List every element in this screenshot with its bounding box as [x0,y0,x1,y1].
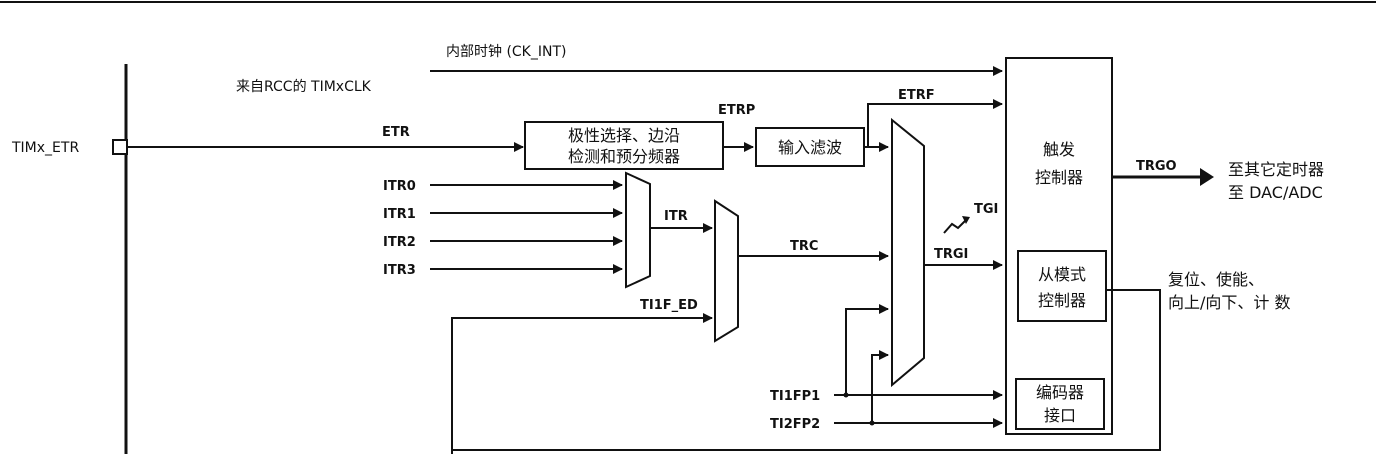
etr-label: ETR [382,125,410,140]
encoder-line2: 接口 [1044,406,1076,425]
timxclk-label: 来自RCC的 TIMxCLK [236,79,372,95]
ck-int-label: 内部时钟 (CK_INT) [446,43,566,60]
slave-mode-line2: 控制器 [1038,291,1086,310]
itr-label: ITR [664,209,688,224]
trc-label: TRC [790,239,818,254]
itr-mux [625,171,651,289]
slave-mode-controller-box [1017,250,1107,322]
ti2fp2-to-mux-line [871,350,889,423]
trigger-controller-line1: 触发 [1043,140,1075,159]
trgi-mux [891,117,925,388]
trgo-arrow-icon [1200,168,1214,186]
timer-trigger-diagram: TIMx_ETR 内部时钟 (CK_INT) 来自RCC的 TIMxCLK ET… [0,1,1376,454]
ti1fp1-label: TI1FP1 [770,389,820,404]
trgi-label: TRGI [934,247,968,262]
slave-output-line1: 复位、使能、 [1168,270,1264,289]
itr1-label: ITR1 [383,207,416,222]
slave-output-line2: 向上/向下、计 数 [1168,293,1290,312]
timx-etr-label: TIMx_ETR [11,140,79,156]
polarity-box-line2: 检测和预分频器 [568,147,680,166]
slave-mode-line1: 从模式 [1038,265,1086,284]
tgi-lightning-icon [943,219,967,234]
trgo-label: TRGO [1136,159,1177,174]
itr3-label: ITR3 [383,263,416,278]
input-filter-label: 输入滤波 [778,138,842,157]
trigger-controller-line2: 控制器 [1035,168,1083,187]
itr2-label: ITR2 [383,235,416,250]
etrf-label: ETRF [898,88,935,103]
trigger-controller-box [1005,57,1113,435]
polarity-box-line1: 极性选择、边沿 [568,126,680,145]
junction-dot [869,420,875,426]
ti1fp1-to-mux-line [845,304,889,395]
trc-mux [714,199,739,343]
etr-pin [112,139,128,155]
itr0-label: ITR0 [383,179,416,194]
trgo-dest-line2: 至 DAC/ADC [1228,183,1323,202]
ti1f-ed-label: TI1F_ED [640,298,698,313]
encoder-line1: 编码器 [1036,383,1084,402]
ti1f-ed-line [451,313,713,454]
etrf-line [867,99,1003,147]
tgi-label: TGI [974,202,998,217]
ti2fp2-label: TI2FP2 [770,417,820,432]
trgo-dest-line1: 至其它定时器 [1228,160,1324,179]
etrp-label: ETRP [718,103,755,118]
junction-dot [843,392,849,398]
